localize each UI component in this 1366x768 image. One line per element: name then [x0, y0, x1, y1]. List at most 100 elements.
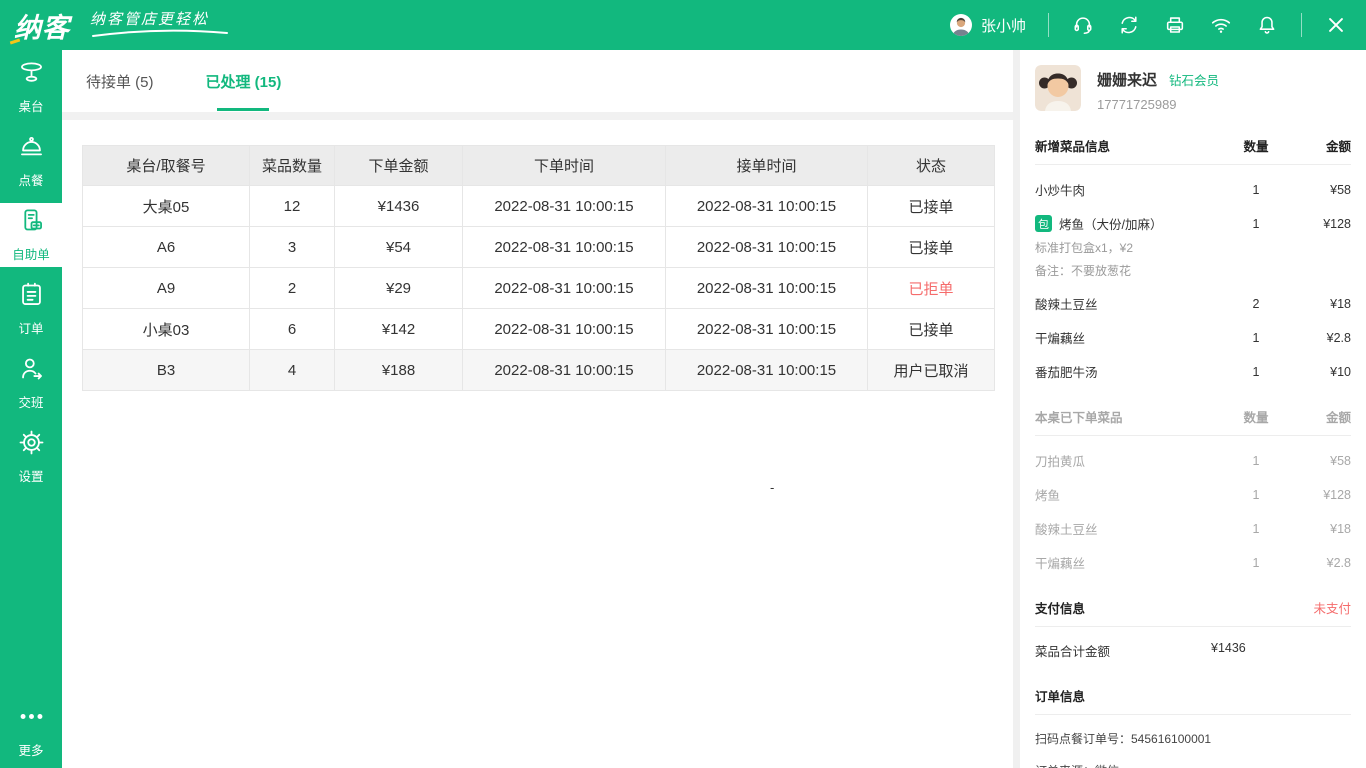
sidebar: 桌台 点餐 自助单 订单 交班 — [0, 50, 62, 768]
qty-header: 数量 — [1231, 407, 1281, 426]
close-icon[interactable] — [1324, 13, 1348, 37]
order-row[interactable]: A6 3 ¥54 2022-08-31 10:00:15 2022-08-31 … — [83, 227, 995, 268]
cell-status: 已接单 — [868, 309, 995, 350]
cloud-sync-icon[interactable] — [1117, 13, 1141, 37]
topbar-divider — [1301, 13, 1302, 37]
dish-amount: ¥2.8 — [1281, 331, 1351, 345]
cell-table-no: 大桌05 — [83, 186, 250, 227]
sidebar-item-orders[interactable]: 订单 — [0, 272, 62, 346]
sidebar-item-self-order[interactable]: 自助单 — [0, 203, 62, 267]
sidebar-item-label: 交班 — [18, 392, 43, 411]
dish-amount: ¥58 — [1281, 183, 1351, 197]
notification-bell-icon[interactable] — [1255, 13, 1279, 37]
takeout-badge: 包 — [1035, 215, 1052, 232]
dish-qty: 1 — [1231, 217, 1281, 231]
order-row[interactable]: 大桌05 12 ¥1436 2022-08-31 10:00:15 2022-0… — [83, 186, 995, 227]
tab-pending[interactable]: 待接单 (5) — [82, 50, 158, 112]
cell-status: 已接单 — [868, 186, 995, 227]
cell-dish-count: 6 — [250, 309, 335, 350]
tab-processed[interactable]: 已处理 (15) — [202, 50, 286, 112]
column-header: 菜品数量 — [250, 146, 335, 186]
main-content: 待接单 (5) 已处理 (15) 桌台/取餐号 菜品数量 下单金额 下单时间 接… — [62, 50, 1013, 768]
section-divider — [1035, 626, 1351, 627]
cell-amount: ¥29 — [335, 268, 463, 309]
dish-qty: 2 — [1231, 297, 1281, 311]
orders-table-header-row: 桌台/取餐号 菜品数量 下单金额 下单时间 接单时间 状态 — [83, 146, 995, 186]
payment-status-badge: 未支付 — [1313, 598, 1351, 617]
sidebar-item-tables[interactable]: 桌台 — [0, 50, 62, 124]
more-dots-icon — [18, 703, 45, 735]
cell-order-time: 2022-08-31 10:00:15 — [463, 227, 666, 268]
column-header: 接单时间 — [666, 146, 868, 186]
customer-service-icon[interactable] — [1071, 13, 1095, 37]
dish-name: 包 烤鱼（大份/加麻） — [1035, 214, 1231, 233]
table-icon — [18, 59, 45, 91]
dish-qty: 1 — [1231, 556, 1281, 570]
topbar: 纳客 纳客管店更轻松 — [0, 0, 1366, 50]
section-divider — [1035, 435, 1351, 436]
cell-dish-count: 4 — [250, 350, 335, 391]
dish-qty: 1 — [1231, 454, 1281, 468]
cell-table-no: A6 — [83, 227, 250, 268]
sidebar-item-settings[interactable]: 设置 — [0, 420, 62, 494]
dish-amount: ¥2.8 — [1281, 556, 1351, 570]
cell-status: 已接单 — [868, 227, 995, 268]
qty-header: 数量 — [1231, 136, 1281, 155]
cell-dish-count: 2 — [250, 268, 335, 309]
settings-gear-icon — [18, 429, 45, 461]
cell-table-no: B3 — [83, 350, 250, 391]
tab-separator — [62, 112, 1013, 120]
sidebar-item-ordering[interactable]: 点餐 — [0, 124, 62, 198]
column-header: 桌台/取餐号 — [83, 146, 250, 186]
sidebar-item-shift[interactable]: 交班 — [0, 346, 62, 420]
dish-name: 番茄肥牛汤 — [1035, 362, 1231, 381]
order-info-line: 订单来源：微信 — [1035, 762, 1351, 768]
cell-dish-count: 12 — [250, 186, 335, 227]
dish-amount: ¥10 — [1281, 365, 1351, 379]
dish-row: 番茄肥牛汤 1 ¥10 — [1035, 362, 1351, 381]
order-row[interactable]: A9 2 ¥29 2022-08-31 10:00:15 2022-08-31 … — [83, 268, 995, 309]
column-header: 下单时间 — [463, 146, 666, 186]
cloche-icon — [18, 133, 45, 165]
dish-name: 刀拍黄瓜 — [1035, 451, 1231, 470]
current-user[interactable]: 张小帅 — [949, 13, 1026, 37]
order-detail-panel: 姗姗来迟 钻石会员 17771725989 新增菜品信息 数量 金额 小炒牛肉 … — [1020, 50, 1366, 768]
customer-name: 姗姗来迟 — [1097, 69, 1157, 90]
customer-avatar — [1035, 65, 1081, 111]
cell-accept-time: 2022-08-31 10:00:15 — [666, 227, 868, 268]
dish-name: 烤鱼 — [1035, 485, 1231, 504]
topbar-divider — [1048, 13, 1049, 37]
tab-bar: 待接单 (5) 已处理 (15) — [62, 50, 1013, 112]
dish-amount: ¥18 — [1281, 522, 1351, 536]
dish-qty: 1 — [1231, 331, 1281, 345]
cell-accept-time: 2022-08-31 10:00:15 — [666, 350, 868, 391]
dish-amount: ¥18 — [1281, 297, 1351, 311]
section-title: 本桌已下单菜品 — [1035, 407, 1231, 426]
cell-accept-time: 2022-08-31 10:00:15 — [666, 186, 868, 227]
cell-order-time: 2022-08-31 10:00:15 — [463, 309, 666, 350]
dish-row: 包 烤鱼（大份/加麻） 1 ¥128 — [1035, 214, 1351, 233]
dishes-total-row: 菜品合计金额 ¥1436 — [1035, 641, 1351, 660]
order-list-icon — [18, 281, 45, 313]
tab-label: 已处理 (15) — [206, 71, 282, 92]
panel-divider — [1013, 50, 1020, 768]
brand-logo: 纳客 纳客管店更轻松 — [0, 6, 230, 45]
printer-icon[interactable] — [1163, 13, 1187, 37]
cell-order-time: 2022-08-31 10:00:15 — [463, 350, 666, 391]
dish-name-text: 烤鱼（大份/加麻） — [1059, 214, 1162, 233]
order-row-selected[interactable]: B3 4 ¥188 2022-08-31 10:00:15 2022-08-31… — [83, 350, 995, 391]
sidebar-item-more[interactable]: 更多 — [0, 702, 62, 760]
new-dishes-header: 新增菜品信息 数量 金额 — [1035, 136, 1351, 155]
customer-phone: 17771725989 — [1097, 97, 1219, 112]
payment-header: 支付信息 未支付 — [1035, 598, 1351, 617]
cell-order-time: 2022-08-31 10:00:15 — [463, 268, 666, 309]
section-title: 新增菜品信息 — [1035, 136, 1231, 155]
amount-header: 金额 — [1281, 407, 1351, 426]
order-row[interactable]: 小桌03 6 ¥142 2022-08-31 10:00:15 2022-08-… — [83, 309, 995, 350]
dish-amount: ¥58 — [1281, 454, 1351, 468]
cell-accept-time: 2022-08-31 10:00:15 — [666, 268, 868, 309]
total-label: 菜品合计金额 — [1035, 641, 1211, 660]
wifi-icon[interactable] — [1209, 13, 1233, 37]
dish-qty: 1 — [1231, 522, 1281, 536]
order-info-line: 扫码点餐订单号：545616100001 — [1035, 730, 1351, 747]
